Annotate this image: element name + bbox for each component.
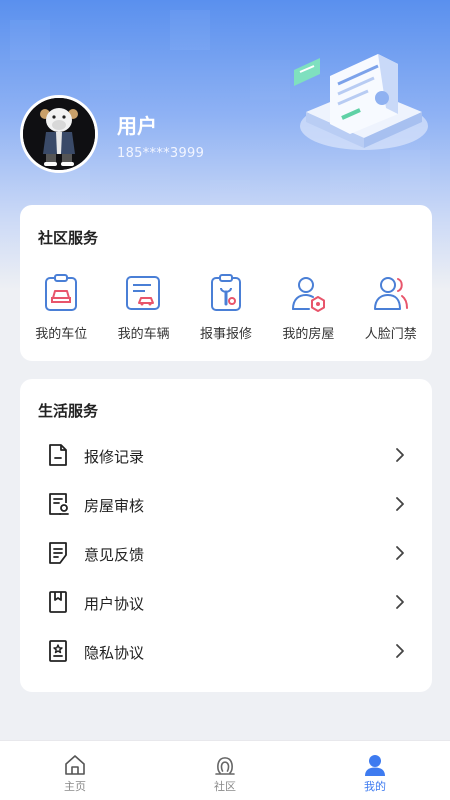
my-house-icon — [292, 277, 326, 312]
service-repair-report[interactable]: 报事报修 — [185, 273, 267, 353]
user-agreement-icon — [49, 591, 67, 613]
profile-icon — [365, 755, 385, 776]
list-item-label: 房屋审核 — [84, 497, 145, 515]
house-review-icon — [49, 493, 69, 515]
privacy-agreement-icon — [49, 640, 67, 662]
tab-profile[interactable]: 我的 — [300, 741, 450, 800]
life-services-list: 报修记录 房屋审核 意见反馈 用户协议 隐私协议 — [20, 431, 432, 676]
tab-community[interactable]: 社区 — [150, 741, 300, 800]
list-item-house-review[interactable]: 房屋审核 — [20, 480, 432, 529]
service-face-access[interactable]: 人脸门禁 — [350, 273, 432, 353]
community-services-grid: 我的车位 我的车辆 报事报修 我的房屋 人脸门禁 — [20, 273, 432, 353]
list-item-label: 用户协议 — [84, 595, 145, 613]
community-services-card: 社区服务 我的车位 我的车辆 报事报修 我的房屋 人脸门禁 — [20, 205, 432, 361]
user-phone: 185****3999 — [117, 146, 205, 161]
tab-label: 我的 — [364, 780, 386, 793]
face-access-icon — [373, 277, 408, 310]
service-label: 报事报修 — [199, 327, 252, 342]
list-item-user-agreement[interactable]: 用户协议 — [20, 578, 432, 627]
list-item-repair-record[interactable]: 报修记录 — [20, 431, 432, 480]
list-item-feedback[interactable]: 意见反馈 — [20, 529, 432, 578]
life-services-card: 生活服务 报修记录 房屋审核 意见反馈 用户协议 隐私协议 — [20, 379, 432, 692]
community-icon — [215, 757, 235, 775]
chevron-right-icon — [396, 497, 404, 511]
bottom-tab-bar: 主页 社区 我的 — [0, 740, 450, 800]
tab-label: 社区 — [214, 780, 236, 793]
list-item-privacy-agreement[interactable]: 隐私协议 — [20, 627, 432, 676]
service-label: 人脸门禁 — [364, 327, 417, 342]
service-label: 我的房屋 — [282, 327, 335, 342]
parking-space-icon — [45, 274, 77, 311]
chevron-right-icon — [396, 448, 404, 462]
vehicle-icon — [126, 276, 161, 310]
life-services-title: 生活服务 — [38, 402, 99, 420]
tab-home[interactable]: 主页 — [0, 741, 150, 800]
service-my-house[interactable]: 我的房屋 — [267, 273, 349, 353]
avatar-image — [23, 98, 95, 170]
avatar[interactable] — [20, 95, 98, 173]
service-label: 我的车辆 — [117, 327, 170, 342]
tab-label: 主页 — [64, 780, 86, 793]
list-item-label: 报修记录 — [84, 448, 145, 466]
list-item-label: 隐私协议 — [84, 644, 145, 662]
list-item-label: 意见反馈 — [84, 546, 145, 564]
chevron-right-icon — [396, 644, 404, 658]
home-icon — [65, 755, 85, 775]
chevron-right-icon — [396, 546, 404, 560]
user-profile[interactable]: 用户 185****3999 — [20, 95, 320, 175]
service-my-parking[interactable]: 我的车位 — [20, 273, 102, 353]
feedback-icon — [49, 542, 67, 564]
repair-report-icon — [210, 274, 241, 311]
service-my-vehicle[interactable]: 我的车辆 — [102, 273, 184, 353]
repair-record-icon — [49, 444, 67, 466]
user-name: 用户 — [117, 114, 157, 138]
service-label: 我的车位 — [35, 327, 88, 342]
community-services-title: 社区服务 — [38, 229, 99, 247]
chevron-right-icon — [396, 595, 404, 609]
